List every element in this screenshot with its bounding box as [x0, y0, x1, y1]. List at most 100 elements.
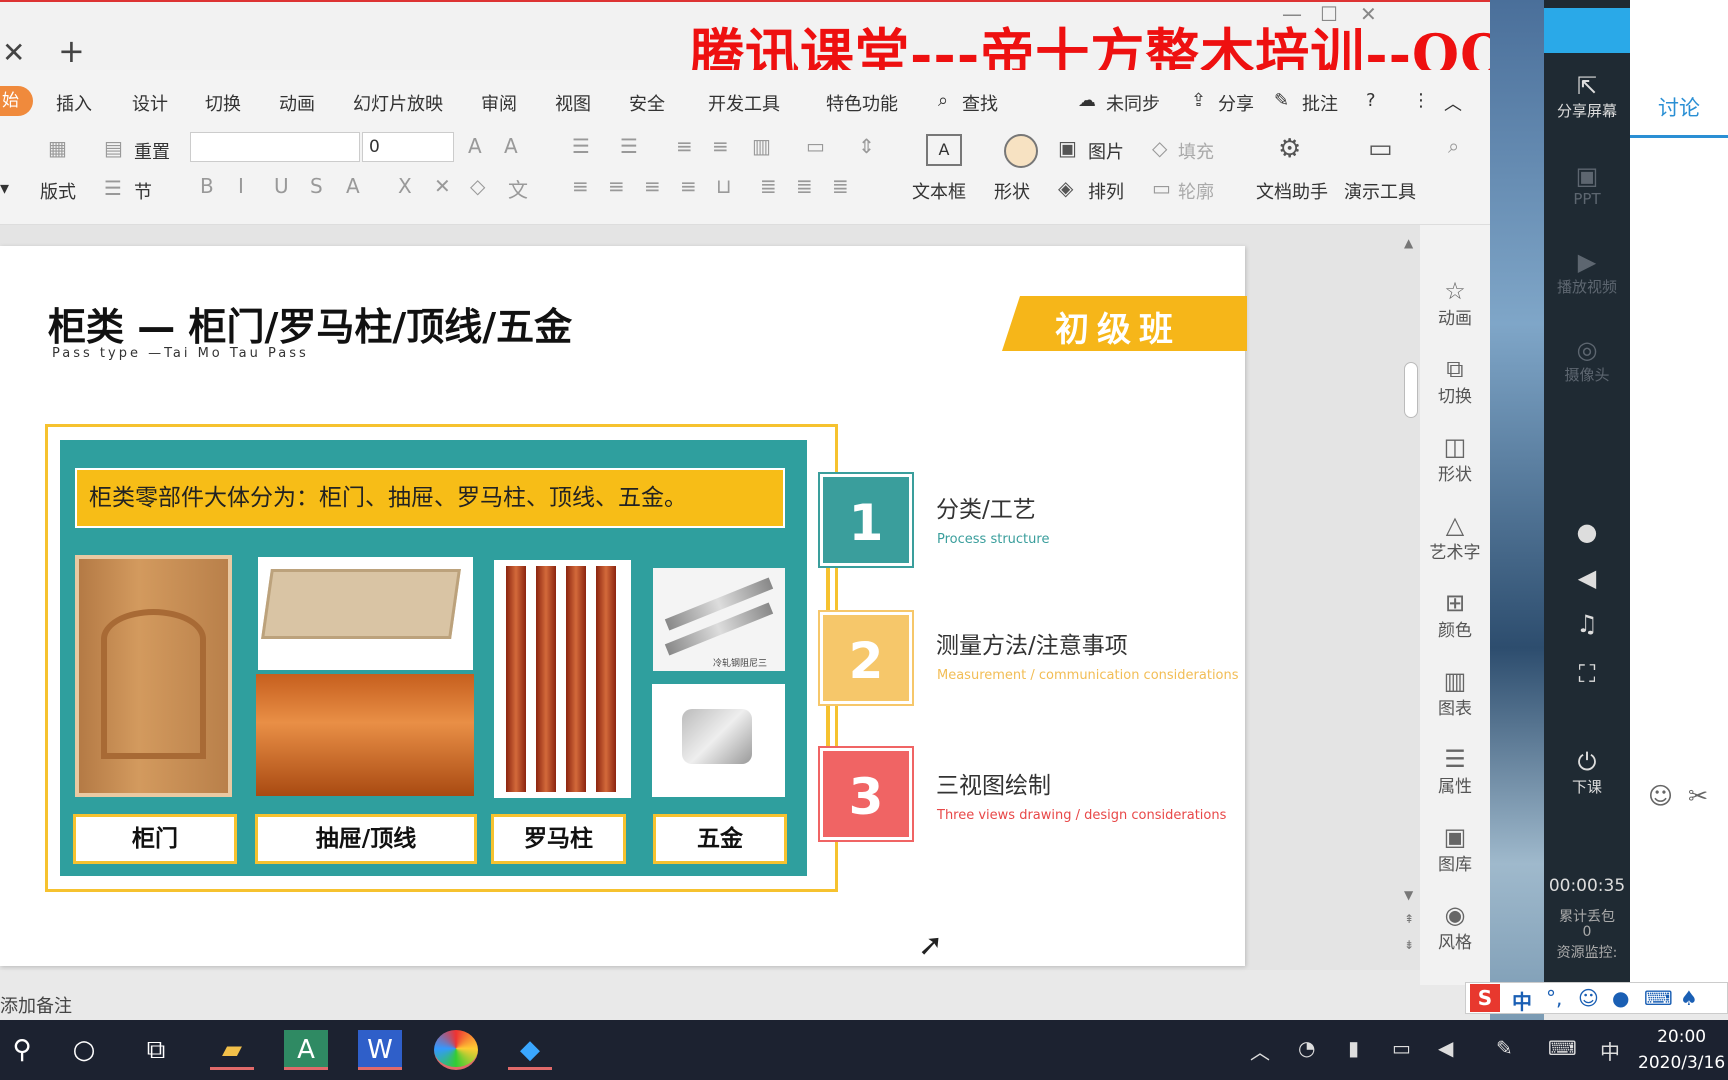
side-transition[interactable]: ⧉ 切换 [1420, 356, 1490, 407]
menu-animation[interactable]: 动画 [279, 90, 315, 116]
notes-area[interactable]: 添加备注 [0, 992, 72, 1018]
share-screen-button[interactable]: ⇱ 分享屏幕 [1544, 72, 1630, 121]
font-size-select[interactable]: 0 [362, 132, 454, 162]
scroll-down-icon[interactable]: ▼ [1404, 888, 1413, 902]
font-color-icon[interactable]: A [346, 174, 360, 198]
underline-icon[interactable]: U [274, 174, 289, 198]
tray-language[interactable]: 中 [1600, 1036, 1620, 1065]
music-icon[interactable]: ♫ [1544, 610, 1630, 638]
mic-icon[interactable]: ● [1544, 518, 1630, 546]
align-center-icon[interactable]: ≡ [608, 174, 625, 198]
emoji-icon[interactable]: ☺ [1648, 782, 1673, 810]
autocad-icon[interactable]: A [284, 1030, 328, 1070]
menu-security[interactable]: 安全 [629, 90, 665, 116]
prev-slide-icon[interactable]: ⇞ [1404, 912, 1414, 926]
arrange-button[interactable]: 排列 [1088, 178, 1124, 204]
layout-button[interactable]: 版式 [40, 178, 76, 204]
textbox-button[interactable]: 文本框 [912, 178, 966, 204]
menu-transition[interactable]: 切换 [205, 90, 241, 116]
ime-emoji-icon[interactable]: ☺ [1578, 986, 1599, 1010]
side-animation[interactable]: ☆ 动画 [1420, 278, 1490, 329]
close-tab-icon[interactable]: ✕ [2, 36, 25, 69]
ime-punct-icon[interactable]: °, [1546, 986, 1562, 1010]
network-icon[interactable]: ◔ [1298, 1036, 1315, 1060]
tray-expand-icon[interactable]: ︿ [1250, 1036, 1270, 1065]
speaker-icon[interactable]: ◀ [1544, 564, 1630, 592]
share-button[interactable]: 分享 [1218, 90, 1254, 116]
close-window-icon[interactable]: ✕ [1360, 2, 1377, 26]
file-explorer-icon[interactable]: ▰ [210, 1030, 254, 1070]
align-left-icon[interactable]: ≡ [572, 174, 589, 198]
comment-button[interactable]: 批注 [1302, 90, 1338, 116]
numbering-icon[interactable]: ☰ [620, 134, 638, 158]
clock[interactable]: 20:00 2020/3/16 [1638, 1024, 1725, 1076]
font-name-select[interactable] [190, 132, 360, 162]
paragraph-spacing-icon[interactable]: ≣ [796, 174, 813, 198]
mic-tray-icon[interactable]: ▮ [1348, 1036, 1359, 1060]
play-video-button[interactable]: ▶ 播放视频 [1544, 248, 1630, 297]
text-effect-icon[interactable]: 文 [508, 174, 528, 203]
menu-find[interactable]: 查找 [962, 90, 998, 116]
outline-button[interactable]: 轮廓 [1178, 178, 1214, 204]
battery-icon[interactable]: ▭ [1392, 1036, 1411, 1060]
ribbon-slide-dropdown[interactable]: ▾ [0, 178, 9, 199]
next-slide-icon[interactable]: ⇟ [1404, 938, 1414, 952]
cortana-icon[interactable]: ○ [62, 1030, 106, 1070]
side-shape[interactable]: ◫ 形状 [1420, 434, 1490, 485]
ime-skin-icon[interactable]: ♠ [1680, 986, 1698, 1010]
ime-voice-icon[interactable]: ● [1612, 986, 1629, 1010]
menu-developer[interactable]: 开发工具 [708, 90, 780, 116]
end-class-button[interactable]: ⏻ 下课 [1544, 748, 1630, 797]
superscript-icon[interactable]: X [398, 174, 412, 198]
menu-special[interactable]: 特色功能 [826, 90, 898, 116]
fullscreen-icon[interactable]: ⛶ [1544, 660, 1630, 688]
font-shrink-icon[interactable]: A [504, 134, 518, 158]
bold-icon[interactable]: B [200, 174, 214, 198]
side-gallery[interactable]: ▣ 图库 [1420, 824, 1490, 875]
menu-design[interactable]: 设计 [132, 90, 168, 116]
ppt-button[interactable]: ▣ PPT [1544, 162, 1630, 208]
ime-keyboard-icon[interactable]: ⌨ [1644, 986, 1673, 1010]
sync-status[interactable]: 未同步 [1106, 90, 1160, 116]
columns-icon[interactable]: ▥ [752, 134, 771, 158]
chrome-icon[interactable] [434, 1030, 478, 1070]
strikethrough-icon[interactable]: S [310, 174, 323, 198]
search-icon[interactable]: ⚲ [0, 1030, 44, 1070]
justify-icon[interactable]: ≡ [680, 174, 697, 198]
side-style[interactable]: ◉ 风格 [1420, 902, 1490, 953]
task-view-icon[interactable]: ⧉ [134, 1030, 178, 1070]
side-color[interactable]: ⊞ 颜色 [1420, 590, 1490, 641]
help-icon[interactable]: ? [1366, 90, 1376, 111]
bullets-icon[interactable]: ☰ [572, 134, 590, 158]
align-text-icon[interactable]: ⇕ [858, 134, 875, 158]
screenshot-icon[interactable]: ✂ [1688, 782, 1708, 810]
search-icon[interactable]: ⌕ [938, 90, 948, 111]
menu-insert[interactable]: 插入 [56, 90, 92, 116]
font-grow-icon[interactable]: A [468, 134, 482, 158]
add-tab-icon[interactable]: + [58, 32, 85, 70]
scroll-up-icon[interactable]: ▲ [1404, 236, 1413, 250]
tencent-classroom-icon[interactable]: ◆ [508, 1030, 552, 1070]
side-wordart[interactable]: △ 艺术字 [1420, 512, 1490, 563]
side-properties[interactable]: ☰ 属性 [1420, 746, 1490, 797]
presentation-tool-button[interactable]: 演示工具 [1344, 178, 1416, 204]
more-icon[interactable]: ⋮ [1412, 90, 1430, 111]
menu-slideshow[interactable]: 幻灯片放映 [353, 90, 443, 116]
eraser-icon[interactable]: ◇ [470, 174, 485, 198]
keyboard-icon[interactable]: ⌨ [1548, 1036, 1577, 1060]
line-spacing-icon[interactable]: ≣ [760, 174, 777, 198]
outdent-icon[interactable]: ≡ [712, 134, 729, 158]
italic-icon[interactable]: I [238, 174, 244, 198]
scrollbar-thumb[interactable] [1404, 362, 1418, 418]
side-chart[interactable]: ▥ 图表 [1420, 668, 1490, 719]
collapse-ribbon-icon[interactable]: ︿ [1444, 90, 1462, 116]
fill-button[interactable]: 填充 [1178, 138, 1214, 164]
volume-icon[interactable]: ◀ [1438, 1036, 1453, 1060]
menu-review[interactable]: 审阅 [481, 90, 517, 116]
picture-button[interactable]: 图片 [1088, 138, 1124, 164]
reset-button[interactable]: 重置 [134, 138, 170, 164]
camera-button[interactable]: ◎ 摄像头 [1544, 336, 1630, 385]
paragraph-icon[interactable]: ≣ [832, 174, 849, 198]
align-right-icon[interactable]: ≡ [644, 174, 661, 198]
menu-view[interactable]: 视图 [555, 90, 591, 116]
